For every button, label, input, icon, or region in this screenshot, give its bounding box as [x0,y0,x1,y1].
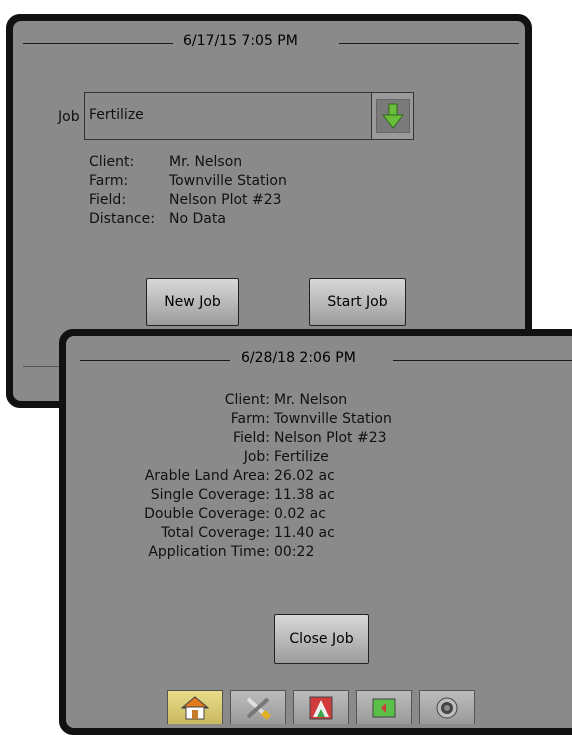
summary-row: Double Coverage: 0.02 ac [111,505,392,524]
summary-key: Client: [224,392,270,408]
detail-value: No Data [169,211,226,227]
start-job-button[interactable]: Start Job [309,278,406,326]
summary-value: 26.02 ac [274,468,335,484]
bottom-nav-bar [66,686,572,726]
timestamp: 6/17/15 7:05 PM [183,33,298,49]
close-job-button[interactable]: Close Job [274,614,369,664]
job-details: Client: Mr. Nelson Farm: Townville Stati… [89,153,287,229]
detail-row: Field: Nelson Plot #23 [89,191,287,210]
detail-key: Distance: [89,211,155,227]
detail-value: Mr. Nelson [169,154,243,170]
summary-row: Field: Nelson Plot #23 [111,429,392,448]
summary-key: Single Coverage: [150,487,270,503]
summary-key: Double Coverage: [144,506,270,522]
tab-guidance[interactable] [293,690,349,724]
detail-key: Farm: [89,173,129,189]
job-select-value: Fertilize [89,107,144,123]
timestamp-header: 6/28/18 2:06 PM [66,350,572,370]
new-job-button[interactable]: New Job [146,278,239,326]
job-select-dropdown[interactable]: Fertilize [84,92,414,140]
summary-row: Total Coverage: 11.40 ac [111,524,392,543]
summary-value: 11.38 ac [274,487,335,503]
detail-value: Townville Station [169,173,287,189]
timestamp-header: 6/17/15 7:05 PM [13,33,525,53]
guidance-icon [309,696,333,719]
summary-row: Client: Mr. Nelson [111,391,392,410]
map-icon [372,698,396,717]
camera-icon [436,697,458,718]
tools-icon [246,697,271,720]
tab-camera[interactable] [419,690,475,724]
divider [339,43,519,44]
job-dropdown-button[interactable] [371,93,413,139]
summary-row: Single Coverage: 11.38 ac [111,486,392,505]
summary-value: 00:22 [274,544,315,560]
summary-key: Total Coverage: [161,525,270,541]
tab-home[interactable] [167,690,223,724]
timestamp: 6/28/18 2:06 PM [241,350,356,366]
job-summary-screen-body: 6/28/18 2:06 PM Client: Mr. Nelson Farm: T… [66,336,572,728]
summary-value: Mr. Nelson [274,392,348,408]
detail-value: Nelson Plot #23 [169,192,282,208]
summary-value: 11.40 ac [274,525,335,541]
summary-key: Job: [243,449,270,465]
summary-value: Townville Station [274,411,392,427]
tab-tools[interactable] [230,690,286,724]
divider [23,43,173,44]
job-summary-screen: 6/28/18 2:06 PM Client: Mr. Nelson Farm: T… [59,329,572,735]
job-summary-details: Client: Mr. Nelson Farm: Townville Station… [111,391,392,562]
down-arrow-icon [375,99,410,133]
summary-value: Fertilize [274,449,329,465]
detail-row: Client: Mr. Nelson [89,153,287,172]
summary-value: 0.02 ac [274,506,326,522]
summary-row: Arable Land Area: 26.02 ac [111,467,392,486]
divider [80,360,230,361]
summary-row: Farm: Townville Station [111,410,392,429]
detail-row: Distance: No Data [89,210,287,229]
summary-value: Nelson Plot #23 [274,430,387,446]
summary-key: Farm: [230,411,270,427]
detail-key: Client: [89,154,135,170]
detail-row: Farm: Townville Station [89,172,287,191]
tab-map[interactable] [356,690,412,724]
summary-key: Field: [232,430,270,446]
summary-key: Arable Land Area: [144,468,270,484]
job-label: Job [58,109,80,125]
summary-key: Application Time: [148,544,270,560]
divider [393,360,572,361]
summary-row: Application Time: 00:22 [111,543,392,562]
summary-row: Job: Fertilize [111,448,392,467]
home-icon [180,695,210,719]
detail-key: Field: [89,192,127,208]
